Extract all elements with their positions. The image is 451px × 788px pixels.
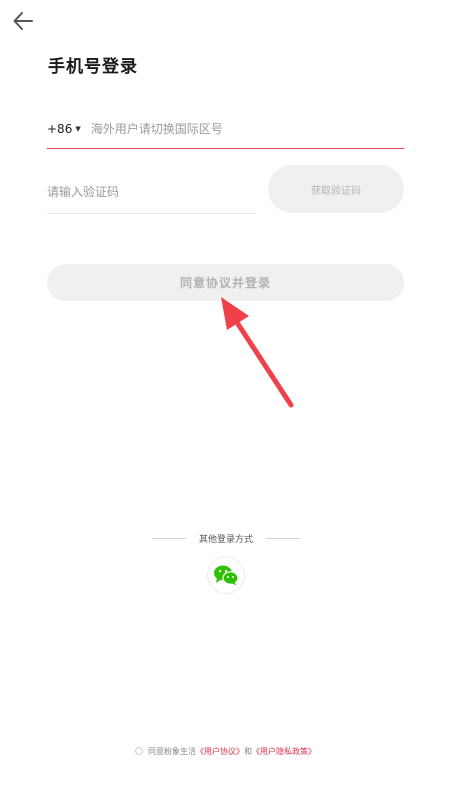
verification-code-row xyxy=(47,170,256,214)
agree-and-login-button[interactable]: 同意协议并登录 xyxy=(47,264,404,301)
country-code-value: +86 xyxy=(47,122,73,136)
other-login-label: 其他登录方式 xyxy=(198,534,253,545)
agree-checkbox[interactable] xyxy=(135,747,143,755)
agreement-row: 同意粉象生活 《用户协议》 和 《用户隐私政策》 xyxy=(0,744,451,758)
country-code-selector[interactable]: +86 ▼ xyxy=(47,122,81,136)
caret-down-icon: ▼ xyxy=(75,125,81,133)
privacy-policy-link[interactable]: 《用户隐私政策》 xyxy=(252,746,316,757)
back-button[interactable] xyxy=(10,8,36,34)
get-code-button[interactable]: 获取验证码 xyxy=(268,165,404,213)
phone-number-input[interactable] xyxy=(90,122,351,136)
arrow-left-icon xyxy=(13,12,33,30)
phone-row: +86 ▼ xyxy=(47,110,404,149)
user-agreement-link[interactable]: 《用户协议》 xyxy=(196,746,244,757)
page-title: 手机号登录 xyxy=(48,57,138,77)
wechat-icon xyxy=(214,565,239,586)
divider-line-left xyxy=(152,537,186,539)
agreement-prefix: 同意粉象生活 xyxy=(148,746,196,756)
other-login-divider: 其他登录方式 xyxy=(152,530,300,546)
verification-code-input[interactable] xyxy=(47,184,247,199)
wechat-login-button[interactable] xyxy=(207,556,245,594)
divider-line-right xyxy=(265,537,300,539)
agreement-and: 和 xyxy=(244,746,252,756)
